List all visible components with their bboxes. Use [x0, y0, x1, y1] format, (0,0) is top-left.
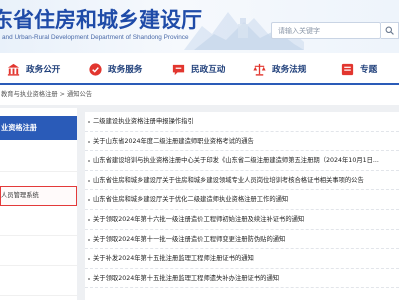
nav-item-gov-open[interactable]: 政务公开	[6, 60, 60, 78]
topic-icon	[340, 62, 355, 77]
chat-icon	[171, 62, 186, 77]
nav-item-interaction[interactable]: 民政互动	[171, 60, 225, 78]
breadcrumb-item-current[interactable]: 通知公告	[67, 91, 92, 98]
nav-label: 政务法规	[272, 65, 307, 75]
notice-item[interactable]: 关于山东省2024年度二级注册建造师职业资格考试的通告	[85, 132, 399, 152]
notice-item[interactable]: 山东省住房和城乡建设厅关于优化二级建造师执业资格注册工作的通知	[85, 190, 399, 210]
search-button[interactable]	[381, 22, 399, 39]
nav-label: 专题	[360, 65, 378, 75]
search-input[interactable]	[271, 22, 381, 39]
search-icon	[385, 26, 394, 35]
notice-list-panel: 二级建设执业资格注册申报操作指引 关于山东省2024年度二级注册建造师职业资格考…	[85, 112, 399, 300]
notice-item[interactable]: 关于领取2024年第十五批注册监理工程师遗失补办注册证书的通知	[85, 269, 399, 289]
main-nav: 政务公开 政务服务 民政互动 政务法规 专题	[0, 53, 399, 85]
sidebar-item-personnel-system[interactable]: 人员管理系统	[0, 186, 77, 206]
header-banner: 东省住房和城乡建设厅 and Urban-Rural Development D…	[0, 0, 399, 53]
sidebar-item-blank[interactable]	[0, 154, 77, 172]
notice-item[interactable]: 关于领取2024年第十六批一级注册造价工程师初始注册及续注补证书的通知	[85, 210, 399, 230]
nav-label: 政务公开	[26, 65, 61, 75]
notice-item[interactable]: 关于补发2024年第十五批注册监理工程师注册证书的通知	[85, 249, 399, 269]
notice-item[interactable]: 关于领取2024年第十一批一级注册造价工程师变更注册防伪贴的通知	[85, 230, 399, 250]
building-icon	[6, 62, 21, 77]
notice-item[interactable]: 山东省住房和城乡建设厅关于住房和城乡建设领域专业人员岗位培训考核合格证书相关事项…	[85, 171, 399, 191]
breadcrumb: 教育与执业资格注册 > 通知公告	[0, 85, 399, 105]
site-title: 东省住房和城乡建设厅	[0, 8, 202, 32]
site-subtitle: and Urban-Rural Development Department o…	[2, 34, 189, 41]
nav-item-gov-service[interactable]: 政务服务	[88, 60, 142, 78]
breadcrumb-item-section[interactable]: 教育与执业资格注册	[1, 91, 58, 98]
sidebar-heading: 业资格注册	[0, 116, 77, 140]
notice-item[interactable]: 二级建设执业资格注册申报操作指引	[85, 112, 399, 132]
notice-item[interactable]: 山东省建设培训与执业资格注册中心关于印发《山东省二级注册建造师第五注册期（202…	[85, 151, 399, 171]
sidebar-item-blank[interactable]	[0, 278, 77, 296]
sidebar: 业资格注册 人员管理系统	[0, 108, 77, 300]
nav-item-topic[interactable]: 专题	[340, 60, 377, 78]
nav-item-regulations[interactable]: 政务法规	[252, 60, 306, 78]
sidebar-item-blank[interactable]	[0, 248, 77, 266]
nav-label: 政务服务	[108, 65, 143, 75]
nav-label: 民政互动	[191, 65, 226, 75]
breadcrumb-separator: >	[57, 91, 67, 98]
service-icon	[88, 62, 103, 77]
notice-list: 二级建设执业资格注册申报操作指引 关于山东省2024年度二级注册建造师职业资格考…	[85, 112, 399, 289]
sidebar-item-blank[interactable]	[0, 218, 77, 236]
scale-icon	[252, 62, 267, 77]
